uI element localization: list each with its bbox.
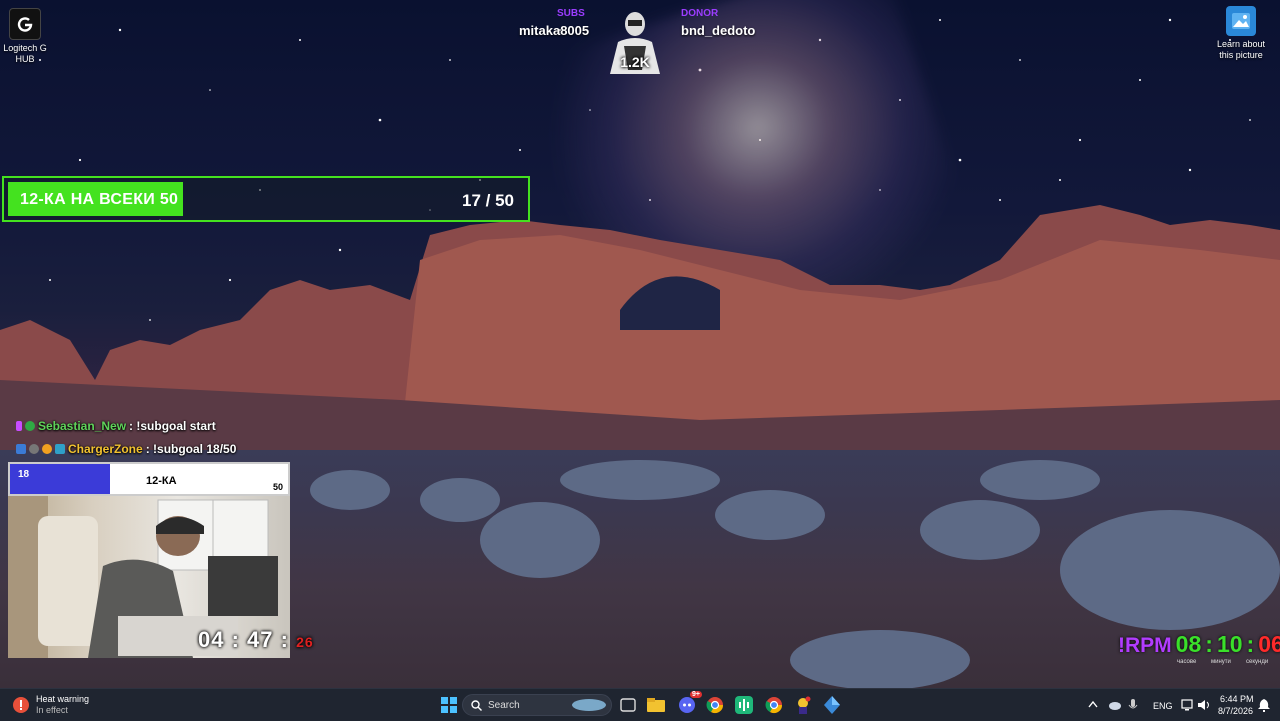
- chrome-icon: [706, 697, 724, 714]
- small-goal-current: 18: [18, 469, 30, 480]
- chrome-profile-icon: [765, 697, 783, 714]
- subgoal-progress-text: 17 / 50: [462, 191, 514, 210]
- taskbar-search[interactable]: Search: [462, 694, 612, 716]
- alert-right-user: bnd_dedoto: [681, 23, 756, 38]
- file-explorer-icon: [647, 698, 665, 712]
- clock-prefix: !RPM: [1118, 634, 1172, 657]
- timer-main: 04 : 47 :: [198, 627, 289, 652]
- logitech-g-hub-shortcut[interactable]: Logitech G HUB: [0, 8, 57, 65]
- crystal-app-icon: [824, 696, 840, 714]
- language-indicator[interactable]: ENG: [1153, 701, 1173, 711]
- windows-start-icon: [441, 697, 457, 713]
- taskbar: Heat warning In effect Search 9+ ENG 6:4…: [0, 688, 1280, 721]
- discord-icon: [679, 697, 695, 713]
- task-view-icon: [620, 698, 636, 712]
- streamer-app-button[interactable]: [792, 694, 814, 716]
- clock-caption-hours: часове: [1177, 659, 1197, 665]
- learn-about-picture-label: Learn about this picture: [1216, 39, 1266, 60]
- vip-badge-icon: [55, 444, 65, 454]
- mic-badge-icon: [16, 421, 22, 431]
- discord-badge: 9+: [690, 691, 702, 698]
- prime-badge-icon: [16, 444, 26, 454]
- subgoal-label: 12-КА НА ВСЕКИ 50: [20, 191, 179, 208]
- chat-username: Sebastian_New: [38, 419, 127, 433]
- logitech-g-hub-label: Logitech G HUB: [3, 43, 47, 64]
- small-goal-title: 12-КА: [146, 475, 177, 487]
- alert-left-user: mitaka8005: [519, 23, 590, 38]
- clock-caption-minutes: минути: [1211, 659, 1231, 665]
- timer-seconds: 26: [296, 634, 314, 650]
- search-icon: [471, 699, 482, 711]
- chrome-button[interactable]: [704, 694, 726, 716]
- clock-caption-seconds: секунди: [1246, 659, 1269, 665]
- small-goal-bar: 18 12-КА 50: [8, 462, 290, 496]
- logitech-g-hub-icon: [9, 8, 41, 40]
- weather-widget[interactable]: Heat warning In effect: [12, 694, 89, 716]
- tier-badge-icon: [42, 444, 52, 454]
- audio-app-button[interactable]: [733, 694, 755, 716]
- microphone-icon[interactable]: [1128, 698, 1138, 712]
- search-placeholder: Search: [488, 699, 520, 711]
- chrome-profile-button[interactable]: [763, 694, 785, 716]
- discord-button[interactable]: 9+: [676, 691, 702, 716]
- clock-minutes: 10: [1216, 631, 1243, 657]
- file-explorer-button[interactable]: [645, 694, 667, 716]
- search-highlight-icon: [572, 699, 606, 711]
- weather-title: Heat warning: [36, 694, 90, 704]
- countdown-clock-widget: !RPM 08: 10: 06: [1118, 631, 1280, 658]
- crystal-app-button[interactable]: [821, 694, 843, 716]
- alert-count: 1.2K: [620, 54, 650, 70]
- chat-message: Sebastian_New : !subgoal start: [16, 419, 216, 433]
- mod-badge-icon: [29, 444, 39, 454]
- subgoal-progress-bar: 12-КА НА ВСЕКИ 50 17 / 50: [2, 176, 530, 222]
- spotlight-picture-icon: [1226, 6, 1256, 36]
- stream-timer: 04 : 47 : 26: [198, 627, 314, 653]
- audio-app-icon: [735, 696, 753, 714]
- check-badge-icon: [25, 421, 35, 431]
- heat-warning-icon: [13, 697, 29, 713]
- start-button[interactable]: [438, 694, 460, 716]
- learn-about-picture-shortcut[interactable]: Learn about this picture: [1209, 6, 1273, 61]
- taskbar-time[interactable]: 6:44 PM: [1220, 694, 1254, 704]
- network-icon[interactable]: [1181, 699, 1193, 711]
- task-view-button[interactable]: [617, 694, 639, 716]
- notification-bell-icon[interactable]: [1257, 698, 1271, 712]
- clock-hours: 08: [1175, 631, 1202, 657]
- alert-left-tag: SUBS: [557, 8, 585, 19]
- volume-icon[interactable]: [1197, 699, 1211, 711]
- tray-chevron-up-icon[interactable]: [1088, 700, 1098, 708]
- weather-subtitle: In effect: [36, 705, 68, 715]
- taskbar-date[interactable]: 8/7/2026: [1218, 706, 1253, 716]
- small-goal-max: 50: [272, 482, 283, 492]
- chat-text: : !subgoal start: [129, 419, 216, 433]
- chat-username: ChargerZone: [68, 442, 143, 456]
- alert-right-tag: DONOR: [681, 8, 719, 19]
- chat-text: : !subgoal 18/50: [145, 442, 237, 456]
- cloud-sync-icon[interactable]: [1108, 698, 1122, 712]
- clock-seconds: 06: [1258, 631, 1280, 657]
- chat-message: ChargerZone : !subgoal 18/50: [16, 442, 236, 456]
- streamer-app-icon: [798, 696, 811, 714]
